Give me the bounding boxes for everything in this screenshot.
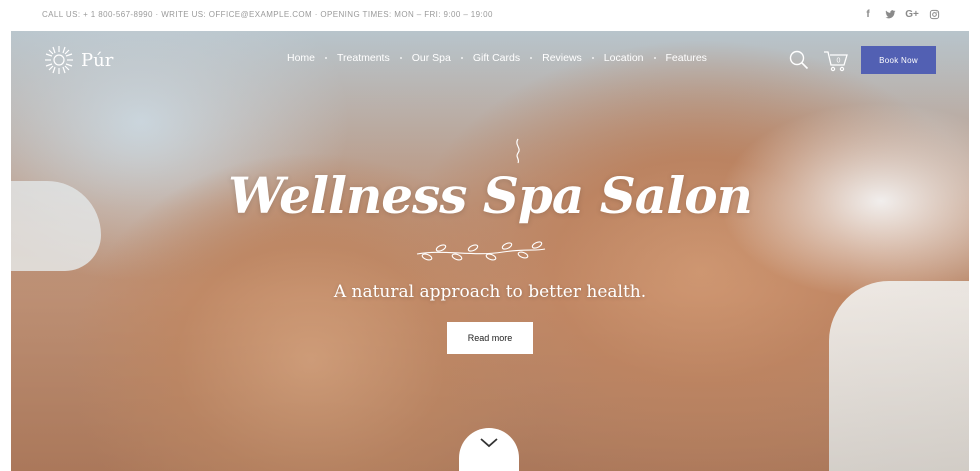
nav-item-reviews[interactable]: Reviews (542, 52, 582, 64)
cart-count: 0 (837, 58, 841, 65)
instagram-icon[interactable] (928, 7, 940, 21)
social-links: f G+ (862, 7, 940, 21)
nav-item-gift-cards[interactable]: Gift Cards (473, 52, 520, 64)
hero-section: Púr Home Treatments Our Spa Gift Cards R… (11, 31, 969, 471)
read-more-button[interactable]: Read more (447, 322, 533, 354)
contact-info: CALL US: + 1 800-567-8990 · WRITE US: OF… (42, 10, 493, 19)
nav-item-features[interactable]: Features (666, 52, 707, 64)
vine-ornament-icon (416, 241, 546, 261)
chevron-down-icon (480, 438, 498, 448)
google-plus-icon[interactable]: G+ (905, 7, 919, 21)
flame-ornament-icon (516, 138, 520, 164)
twitter-icon[interactable] (884, 7, 896, 21)
main-navigation: Home Treatments Our Spa Gift Cards Revie… (287, 52, 707, 64)
nav-item-location[interactable]: Location (604, 52, 644, 64)
brand-logo[interactable]: Púr (43, 44, 113, 76)
book-now-button[interactable]: Book Now (861, 46, 936, 74)
search-icon[interactable] (789, 50, 809, 70)
hero-tagline: A natural approach to better health. (333, 282, 647, 302)
cart-icon[interactable]: 0 (823, 48, 849, 72)
hero-title: Wellness Spa Salon (228, 166, 753, 225)
brand-name: Púr (81, 49, 114, 71)
nav-item-treatments[interactable]: Treatments (337, 52, 390, 64)
nav-item-home[interactable]: Home (287, 52, 315, 64)
facebook-icon[interactable]: f (862, 7, 874, 21)
nav-item-our-spa[interactable]: Our Spa (412, 52, 451, 64)
sun-flower-icon (45, 46, 73, 74)
top-info-bar: CALL US: + 1 800-567-8990 · WRITE US: OF… (0, 0, 980, 31)
